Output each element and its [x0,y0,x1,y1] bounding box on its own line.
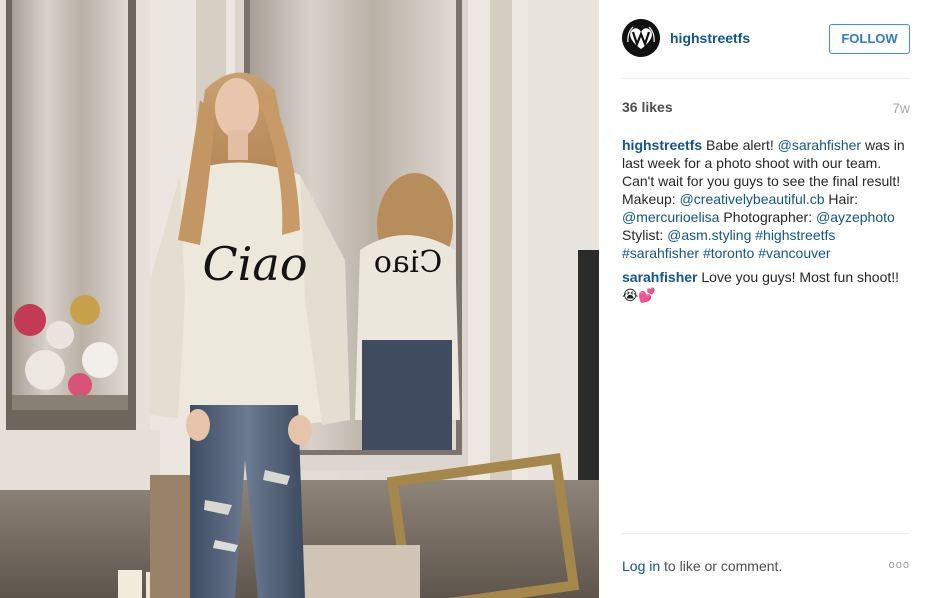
highstreet-logo-icon [622,19,660,57]
post-image: Ciao Ciao [0,0,599,598]
reply-comment: sarahfisher Love you guys! Most fun shoo… [622,268,914,304]
hashtag-link[interactable]: #highstreetfs [755,227,835,243]
caption-username[interactable]: highstreetfs [622,137,702,153]
caption-fragment: Stylist: [622,227,668,243]
caption-fragment: Babe alert! [706,137,778,153]
caption-fragment: Photographer: [719,209,816,225]
post-username[interactable]: highstreetfs [670,30,750,46]
more-options-button[interactable]: ooo [889,559,910,571]
caption-fragment: Hair: [824,191,858,207]
hashtag-link[interactable]: #vancouver [758,245,830,261]
post-photo[interactable]: Ciao Ciao [0,0,599,598]
mention-link[interactable]: @ayzephoto [816,209,895,225]
mention-link[interactable]: @creativelybeautiful.cb [680,191,825,207]
hashtag-link[interactable]: #sarahfisher [622,245,699,261]
mention-link[interactable]: @mercurioelisa [622,209,719,225]
comments-list: highstreetfs Babe alert! @sarahfisher wa… [622,136,914,304]
follow-button[interactable]: FOLLOW [829,24,910,54]
mirror-sweater-text: Ciao [374,245,443,280]
avatar[interactable] [622,19,660,57]
post-header: highstreetfs FOLLOW [622,19,910,59]
mention-link[interactable]: @sarahfisher [778,137,861,153]
reply-username[interactable]: sarahfisher [622,269,697,285]
post-age[interactable]: 7w [892,100,910,116]
header-divider [622,78,910,79]
hashtag-link[interactable]: #toronto [703,245,754,261]
login-link[interactable]: Log in [622,558,660,574]
login-suffix: to like or comment. [660,558,783,574]
caption-comment: highstreetfs Babe alert! @sarahfisher wa… [622,136,914,262]
footer-divider [622,533,910,534]
post-side-panel: highstreetfs FOLLOW 36 likes 7w highstre… [599,0,933,598]
caption-text: Babe alert! @sarahfisher was in last wee… [622,137,905,261]
likes-count[interactable]: 36 likes [622,99,673,115]
sweater-text: Ciao [202,237,307,291]
mention-link[interactable]: @asm.styling [667,227,751,243]
post-footer: Log in to like or comment. ooo [622,558,910,574]
